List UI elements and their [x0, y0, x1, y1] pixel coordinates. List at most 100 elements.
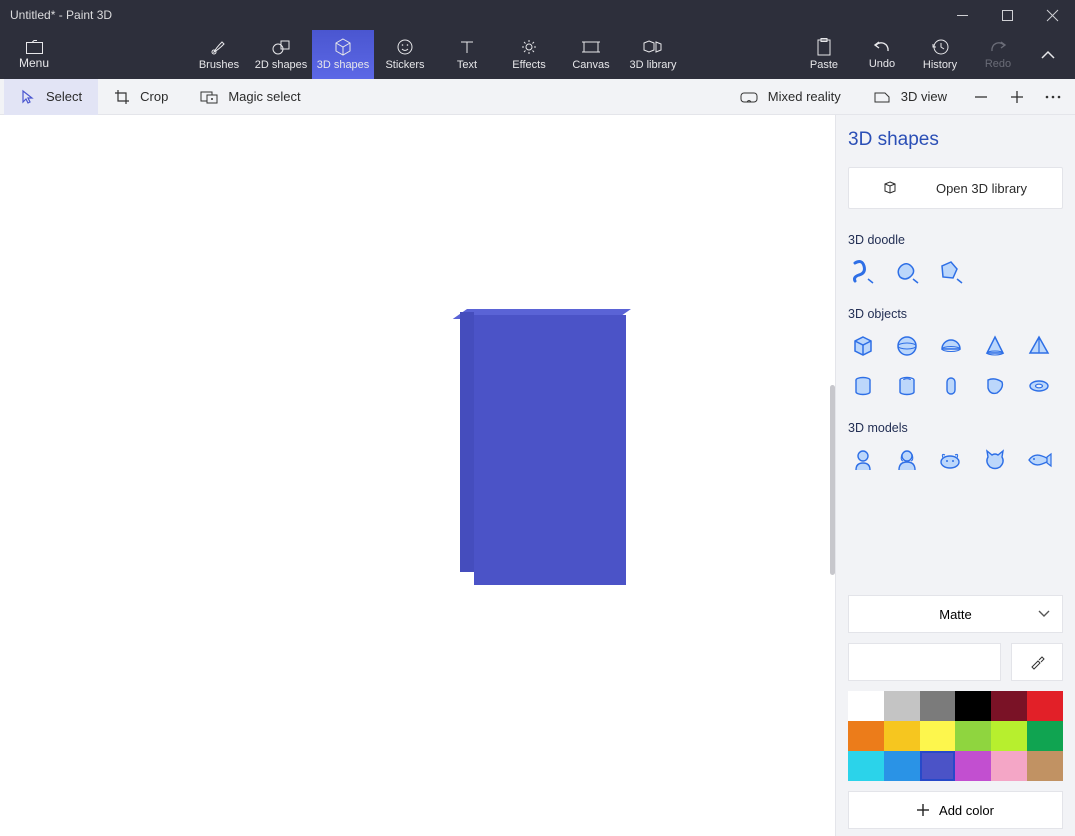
- object-cone[interactable]: [980, 331, 1010, 361]
- cylinder-shape-icon: [851, 374, 875, 398]
- add-color-button[interactable]: Add color: [848, 791, 1063, 829]
- doodle-tube[interactable]: [848, 257, 878, 287]
- menu-button[interactable]: Menu: [0, 30, 68, 79]
- hemisphere-shape-icon: [939, 334, 963, 358]
- panel-title: 3D shapes: [848, 129, 1063, 151]
- color-swatch[interactable]: [848, 691, 884, 721]
- redo-icon: [988, 39, 1008, 55]
- tab-brushes[interactable]: Brushes: [188, 30, 250, 79]
- mixed-reality-icon: [740, 90, 758, 104]
- color-swatch[interactable]: [884, 691, 920, 721]
- paste-button[interactable]: Paste: [795, 30, 853, 79]
- color-swatch[interactable]: [1027, 751, 1063, 781]
- dog-model-icon: [938, 448, 964, 472]
- history-icon: [931, 38, 949, 56]
- tab-2d-shapes[interactable]: 2D shapes: [250, 30, 312, 79]
- color-swatch[interactable]: [1027, 691, 1063, 721]
- doodle-soft[interactable]: [892, 257, 922, 287]
- panel-lower: Matte Add color: [848, 595, 1063, 829]
- maximize-button[interactable]: [985, 0, 1030, 30]
- tab-text[interactable]: Text: [436, 30, 498, 79]
- color-swatch[interactable]: [955, 691, 991, 721]
- tab-3d-shapes[interactable]: 3D shapes: [312, 30, 374, 79]
- window-title: Untitled* - Paint 3D: [10, 8, 112, 22]
- 3d-view-button[interactable]: 3D view: [857, 79, 963, 115]
- color-swatch[interactable]: [920, 721, 956, 751]
- model-cat[interactable]: [980, 445, 1010, 475]
- current-color-display[interactable]: [848, 643, 1001, 681]
- zoom-in-button[interactable]: [999, 79, 1035, 115]
- expand-ribbon-button[interactable]: [1027, 30, 1069, 79]
- object-capsule[interactable]: [936, 371, 966, 401]
- zoom-out-button[interactable]: [963, 79, 999, 115]
- color-swatch[interactable]: [884, 721, 920, 751]
- models-section-label: 3D models: [848, 421, 1063, 435]
- model-man[interactable]: [848, 445, 878, 475]
- doodle-row: [848, 257, 1063, 287]
- object-sphere[interactable]: [892, 331, 922, 361]
- color-swatch[interactable]: [920, 691, 956, 721]
- tab-stickers[interactable]: Stickers: [374, 30, 436, 79]
- color-swatch[interactable]: [991, 751, 1027, 781]
- eyedropper-button[interactable]: [1011, 643, 1063, 681]
- color-swatch[interactable]: [991, 721, 1027, 751]
- select-tool[interactable]: Select: [4, 79, 98, 115]
- canvas-3d-cube[interactable]: [460, 309, 626, 585]
- sphere-shape-icon: [895, 334, 919, 358]
- capsule-shape-icon: [939, 374, 963, 398]
- sharp-doodle-icon: [938, 259, 964, 285]
- tab-3d-library[interactable]: 3D library: [622, 30, 684, 79]
- tab-canvas[interactable]: Canvas: [560, 30, 622, 79]
- library-icon: [643, 38, 663, 56]
- object-curved[interactable]: [980, 371, 1010, 401]
- undo-button[interactable]: Undo: [853, 30, 911, 79]
- crop-tool[interactable]: Crop: [98, 79, 184, 115]
- plus-icon: [1010, 90, 1024, 104]
- sub-toolbar: Select Crop Magic select Mixed reality 3…: [0, 79, 1075, 115]
- crop-icon: [114, 89, 130, 105]
- chevron-down-icon: [1038, 610, 1050, 618]
- object-torus[interactable]: [1024, 371, 1054, 401]
- more-options-button[interactable]: [1035, 79, 1071, 115]
- objects-row-2: [848, 371, 1063, 401]
- man-model-icon: [851, 448, 875, 472]
- history-button[interactable]: History: [911, 30, 969, 79]
- canvas[interactable]: [0, 115, 835, 836]
- models-row: [848, 445, 1063, 475]
- color-swatch[interactable]: [991, 691, 1027, 721]
- object-hemisphere[interactable]: [936, 331, 966, 361]
- magic-select-tool[interactable]: Magic select: [184, 79, 316, 115]
- color-swatch[interactable]: [920, 751, 956, 781]
- material-select[interactable]: Matte: [848, 595, 1063, 633]
- title-bar: Untitled* - Paint 3D: [0, 0, 1075, 30]
- paste-icon: [816, 38, 832, 56]
- model-dog[interactable]: [936, 445, 966, 475]
- canvas-icon: [582, 38, 600, 56]
- color-swatch[interactable]: [848, 721, 884, 751]
- curved-shape-icon: [983, 374, 1007, 398]
- main-area: 3D shapes Open 3D library 3D doodle 3D o…: [0, 115, 1075, 836]
- color-swatch[interactable]: [955, 721, 991, 751]
- brush-icon: [210, 38, 228, 56]
- color-swatch[interactable]: [1027, 721, 1063, 751]
- open-3d-library-button[interactable]: Open 3D library: [848, 167, 1063, 209]
- model-fish[interactable]: [1024, 445, 1054, 475]
- close-button[interactable]: [1030, 0, 1075, 30]
- minimize-button[interactable]: [940, 0, 985, 30]
- menu-label: Menu: [19, 56, 49, 70]
- color-swatch[interactable]: [955, 751, 991, 781]
- text-icon: [458, 38, 476, 56]
- model-woman[interactable]: [892, 445, 922, 475]
- color-swatch[interactable]: [884, 751, 920, 781]
- effects-icon: [519, 38, 539, 56]
- tube-doodle-icon: [850, 259, 876, 285]
- mixed-reality-button[interactable]: Mixed reality: [724, 79, 857, 115]
- doodle-sharp[interactable]: [936, 257, 966, 287]
- minimize-icon: [957, 10, 968, 21]
- object-cylinder[interactable]: [848, 371, 878, 401]
- color-swatch[interactable]: [848, 751, 884, 781]
- tab-effects[interactable]: Effects: [498, 30, 560, 79]
- object-pyramid[interactable]: [1024, 331, 1054, 361]
- object-cube[interactable]: [848, 331, 878, 361]
- object-tube[interactable]: [892, 371, 922, 401]
